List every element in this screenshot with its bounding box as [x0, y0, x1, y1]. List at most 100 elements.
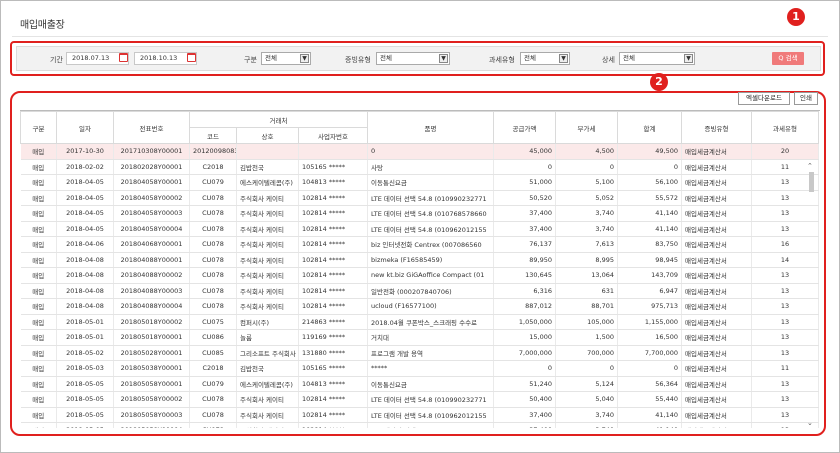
- table-cell: 15,000: [493, 329, 557, 346]
- table-cell: 13: [751, 205, 820, 222]
- table-cell: 143,709: [617, 267, 683, 284]
- table-cell: 김밥천국: [236, 360, 299, 377]
- table-cell: 5,052: [555, 190, 619, 206]
- table-cell: 7,613: [555, 236, 619, 253]
- table-cell: 매입세금계산서: [681, 360, 753, 377]
- table-cell: bizmeka (F16585459): [367, 252, 495, 268]
- status-select[interactable]: 전체 ▼: [619, 52, 695, 65]
- col-header-name[interactable]: 상호: [236, 127, 299, 144]
- table-cell: 3,740: [555, 221, 619, 237]
- table-cell: 55,440: [617, 391, 683, 408]
- table-row[interactable]: 매입 2018-04-05 201804058Y00003 CU078 주식회사 케이티…: [20, 205, 820, 222]
- table-cell: LTE 데이터 선택 54.8 (010990232771: [367, 391, 495, 408]
- evidence-label: 증빙유형: [345, 56, 371, 64]
- col-header-item[interactable]: 품명: [367, 111, 495, 144]
- table-cell: 102814 *****: [298, 422, 369, 428]
- table-row[interactable]: 매입 2018-04-05 201804058Y00002 CU078 주식회사 케이티…: [20, 190, 820, 206]
- table-row[interactable]: 매입 2018-05-05 201805058Y00002 CU078 주식회사 케이티…: [20, 391, 820, 408]
- col-header-total[interactable]: 합계: [617, 111, 683, 144]
- table-cell: 매입: [20, 283, 57, 299]
- table-cell: 102814 *****: [298, 298, 369, 315]
- table-cell: 4,500: [555, 143, 619, 160]
- table-row[interactable]: 매입 2018-04-08 201804088Y00004 CU078 주식회사 케이티…: [20, 298, 820, 315]
- table-cell: 105165 *****: [298, 159, 369, 175]
- col-header-taxtype[interactable]: 과세유형: [751, 111, 820, 144]
- table-row[interactable]: 매입 2018-04-08 201804088Y00001 CU078 주식회사 케이티…: [20, 252, 820, 268]
- table-row[interactable]: 매입 2018-05-01 201805018Y00002 CU075 컴퍼시(주) 21…: [20, 314, 820, 330]
- table-cell: 41,140: [617, 407, 683, 423]
- table-cell: LTE 데이터 선택 54.8 (010962012155: [367, 407, 495, 423]
- col-header-code[interactable]: 코드: [189, 127, 237, 144]
- table-cell: 37,400: [493, 407, 557, 423]
- category-select[interactable]: 전체 ▼: [261, 52, 311, 65]
- scrollbar-thumb[interactable]: [809, 172, 814, 192]
- table-cell: 매입세금계산서: [681, 221, 753, 237]
- table-cell: 102814 *****: [298, 267, 369, 284]
- table-row[interactable]: 매입2017-10-30201710308Y00001201200980834 0…: [20, 143, 820, 160]
- status-label: 상세: [602, 56, 615, 64]
- table-row[interactable]: 매입 2018-05-05 201805058Y00001 CU079 에스케이텔레콤(…: [20, 376, 820, 392]
- table-cell: 매입세금계산서: [681, 159, 753, 175]
- table-cell: 2018-04-08: [56, 267, 114, 284]
- col-header-vat[interactable]: 부가세: [555, 111, 619, 144]
- table-row[interactable]: 매입 2018-04-06 201804068Y00001 CU078 주식회사 케이티…: [20, 236, 820, 253]
- table-row[interactable]: 매입 2018-04-05 201804058Y00004 CU078 주식회사 케이티…: [20, 221, 820, 237]
- table-cell: 2018-04-05: [56, 205, 114, 222]
- table-cell: 201710308Y00001: [113, 143, 190, 160]
- table-cell: 2018-04-05: [56, 221, 114, 237]
- table-cell: 700,000: [555, 345, 619, 361]
- table-row[interactable]: 매입 2018-04-08 201804088Y00003 CU078 주식회사 케이티…: [20, 283, 820, 299]
- table-row[interactable]: 매입 2018-04-05 201804058Y00001 CU079 에스케이텔레콤(…: [20, 174, 820, 191]
- table-cell: 2018-05-03: [56, 360, 114, 377]
- table-cell: 37,400: [493, 205, 557, 222]
- calendar-icon[interactable]: [119, 53, 128, 62]
- table-cell: 매입세금계산서: [681, 376, 753, 392]
- col-header-bizno[interactable]: 사업자번호: [297, 127, 369, 144]
- table-cell: C2018: [189, 159, 237, 175]
- print-button[interactable]: 인쇄: [794, 92, 818, 105]
- col-header-evidence[interactable]: 증빙유형: [681, 111, 753, 144]
- evidence-select[interactable]: 전체 ▼: [376, 52, 450, 65]
- table-cell: 201805018Y00002: [113, 314, 190, 330]
- table-cell: 매입: [20, 205, 57, 222]
- table-row[interactable]: 매입 2018-05-05 201805058Y00003 CU078 주식회사 케이티…: [20, 407, 820, 423]
- evidence-select-value: 전체: [380, 54, 392, 62]
- table-row[interactable]: 매입 2018-04-08 201804088Y00002 CU078 주식회사 케이티…: [20, 267, 820, 284]
- table-cell: 매입: [20, 407, 57, 423]
- table-cell: CU086: [189, 329, 237, 346]
- col-header-voucher[interactable]: 전표번호: [113, 111, 190, 144]
- table-row[interactable]: 매입 2018-02-02 201802028Y00001 C2018 김밥천국 1051…: [20, 159, 820, 175]
- period-label: 기간: [50, 56, 63, 64]
- table-cell: 매입: [20, 329, 57, 346]
- table-cell: 0: [617, 159, 683, 175]
- table-cell: 매입: [20, 345, 57, 361]
- table-cell: 13: [751, 283, 820, 299]
- table-cell: C2018: [189, 360, 237, 377]
- table-cell: 98,945: [617, 252, 683, 268]
- scroll-down-icon[interactable]: ⌄: [807, 419, 813, 427]
- calendar-icon[interactable]: [187, 53, 196, 62]
- ledger-table-container: 구분 일자 전표번호 거래처 품명 공급가액 부가세 합계 증빙유형 과세유형 …: [20, 110, 820, 428]
- table-cell: 887,012: [493, 298, 557, 315]
- table-row[interactable]: 매입 2018-05-01 201805018Y00001 CU086 놀룸 119169…: [20, 329, 820, 346]
- table-row[interactable]: 매입2018-05-05201805058Y00004CU078주식회사 케이티…: [20, 422, 820, 428]
- table-cell: 104813 *****: [298, 174, 369, 191]
- col-header-date[interactable]: 일자: [56, 111, 114, 144]
- table-cell: 13: [751, 391, 820, 408]
- col-header-type[interactable]: 구분: [20, 111, 57, 144]
- table-cell: 8,995: [555, 252, 619, 268]
- table-cell: 2018-05-01: [56, 329, 114, 346]
- search-button[interactable]: Q 검색: [772, 52, 804, 65]
- table-cell: 76,137: [493, 236, 557, 253]
- scroll-up-icon[interactable]: ⌃: [807, 162, 813, 170]
- table-cell: CU078: [189, 236, 237, 253]
- table-cell: 매입세금계산서: [681, 252, 753, 268]
- excel-download-button[interactable]: 엑셀다운로드: [738, 92, 790, 105]
- tax-type-select[interactable]: 전체 ▼: [520, 52, 570, 65]
- table-cell: 13,064: [555, 267, 619, 284]
- table-row[interactable]: 매입 2018-05-02 201805028Y00001 CU085 그리소프트 주식…: [20, 345, 820, 361]
- table-row[interactable]: 매입 2018-05-03 201805038Y00001 C2018 김밥천국 1051…: [20, 360, 820, 377]
- table-cell: 51,240: [493, 376, 557, 392]
- table-cell: CU078: [189, 391, 237, 408]
- col-header-supply[interactable]: 공급가액: [493, 111, 557, 144]
